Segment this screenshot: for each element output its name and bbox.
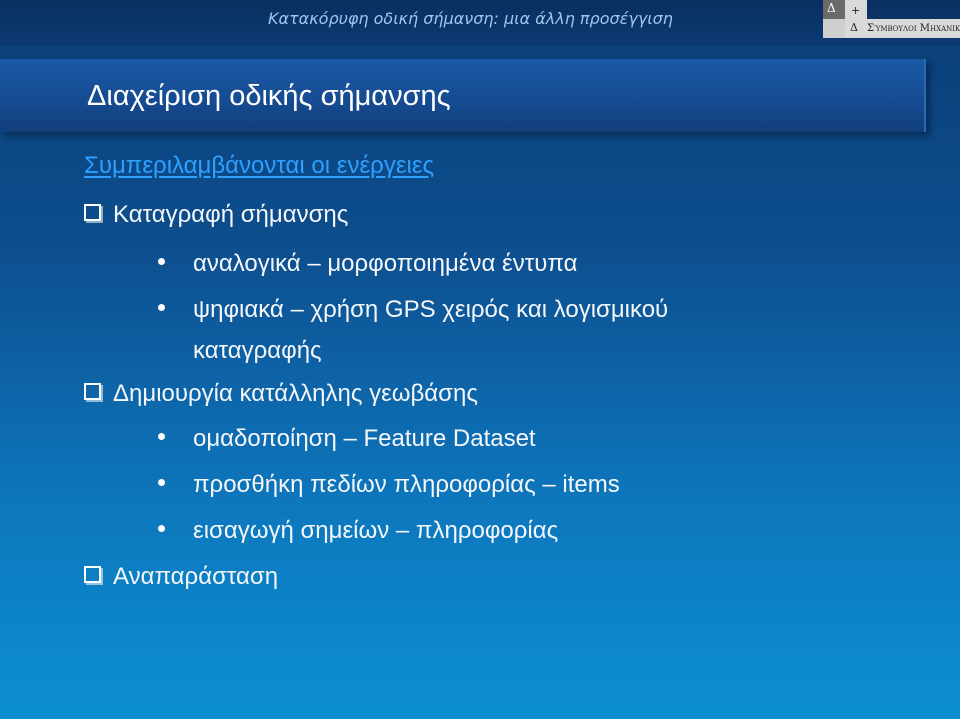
sub-list-item: ομαδοποίηση – Feature Dataset [158, 425, 536, 453]
checkbox-icon [84, 204, 101, 222]
sub-list-item: ψηφιακά – χρήση GPS χειρός και λογισμικο… [158, 296, 668, 324]
sub-list-item-label: ομαδοποίηση – Feature Dataset [193, 425, 536, 452]
sub-list-item-label: ψηφιακά – χρήση GPS χειρός και λογισμικο… [193, 296, 669, 323]
sub-list-item-label: προσθήκη πεδίων πληροφορίας – items [193, 471, 620, 498]
list-item: Καταγραφή σήμανσης [84, 201, 348, 229]
sub-list-item: αναλογικά – μορφοποιημένα έντυπα [158, 250, 577, 278]
bullet-icon [158, 525, 165, 533]
list-item: Δημιουργία κατάλληλης γεωβάσης [84, 380, 478, 408]
sub-list-item-label: εισαγωγή σημείων – πληροφορίας [193, 517, 559, 544]
list-item-label: Αναπαράσταση [113, 563, 279, 590]
list-item: Αναπαράσταση [84, 563, 278, 591]
bullet-icon [158, 258, 165, 266]
checkbox-icon [84, 566, 101, 584]
section-heading: Συμπεριλαμβάνονται οι ενέργειες [84, 152, 435, 179]
sub-list-item-continuation: καταγραφής [193, 337, 322, 364]
bullet-icon [158, 433, 165, 441]
checkbox-icon [84, 383, 101, 401]
list-item-label: Καταγραφή σήμανσης [113, 201, 349, 228]
list-item-label: Δημιουργία κατάλληλης γεωβάσης [113, 380, 478, 407]
slide-body: Συμπεριλαμβάνονται οι ενέργειες Καταγραφ… [0, 0, 960, 719]
bullet-icon [158, 479, 165, 487]
sub-list-item-label: αναλογικά – μορφοποιημένα έντυπα [193, 250, 578, 277]
bullet-icon [158, 304, 165, 312]
sub-list-item: προσθήκη πεδίων πληροφορίας – items [158, 471, 620, 499]
sub-list-item: εισαγωγή σημείων – πληροφορίας [158, 517, 558, 545]
